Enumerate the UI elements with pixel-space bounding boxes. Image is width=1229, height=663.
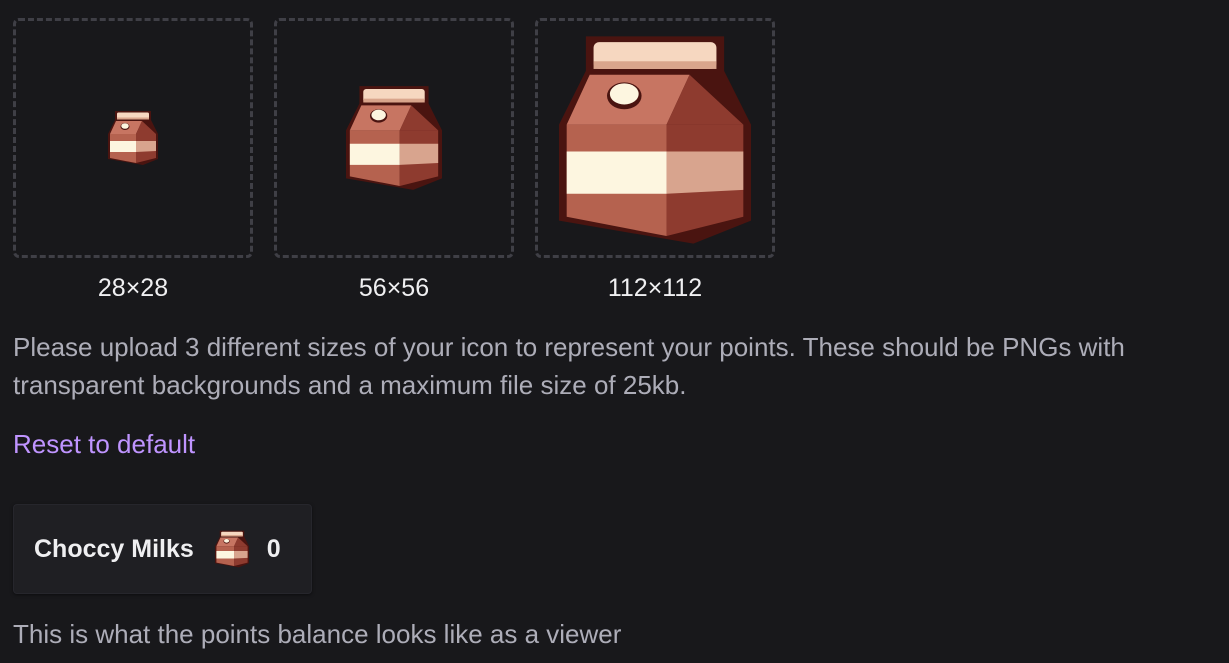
icon-upload-box-112[interactable] [535,18,775,258]
points-name: Choccy Milks [34,534,194,563]
milk-carton-icon [346,84,442,192]
upload-help-text: Please upload 3 different sizes of your … [13,332,1125,400]
icon-upload-box-56[interactable] [274,18,514,258]
milk-carton-icon [559,32,751,248]
reset-to-default-link[interactable]: Reset to default [13,426,195,462]
icon-upload-box-28[interactable] [13,18,253,258]
icon-slot-112: 112×112 [535,18,775,304]
preview-caption: This is what the points balance looks li… [13,619,622,649]
icon-slot-56: 56×56 [274,18,514,304]
milk-carton-icon [108,110,158,166]
size-label: 56×56 [358,274,430,302]
channel-points-icon-settings: 28×28 56×56 112×112 Please upload 3 diff… [0,0,1229,663]
size-label: 112×112 [607,274,703,302]
milk-carton-icon [213,530,251,568]
points-balance-value: 0 [266,534,281,563]
icon-upload-row: 28×28 56×56 112×112 [13,18,775,304]
size-label: 28×28 [97,274,169,302]
points-balance-preview: Choccy Milks 0 [13,504,312,594]
icon-slot-28: 28×28 [13,18,253,304]
